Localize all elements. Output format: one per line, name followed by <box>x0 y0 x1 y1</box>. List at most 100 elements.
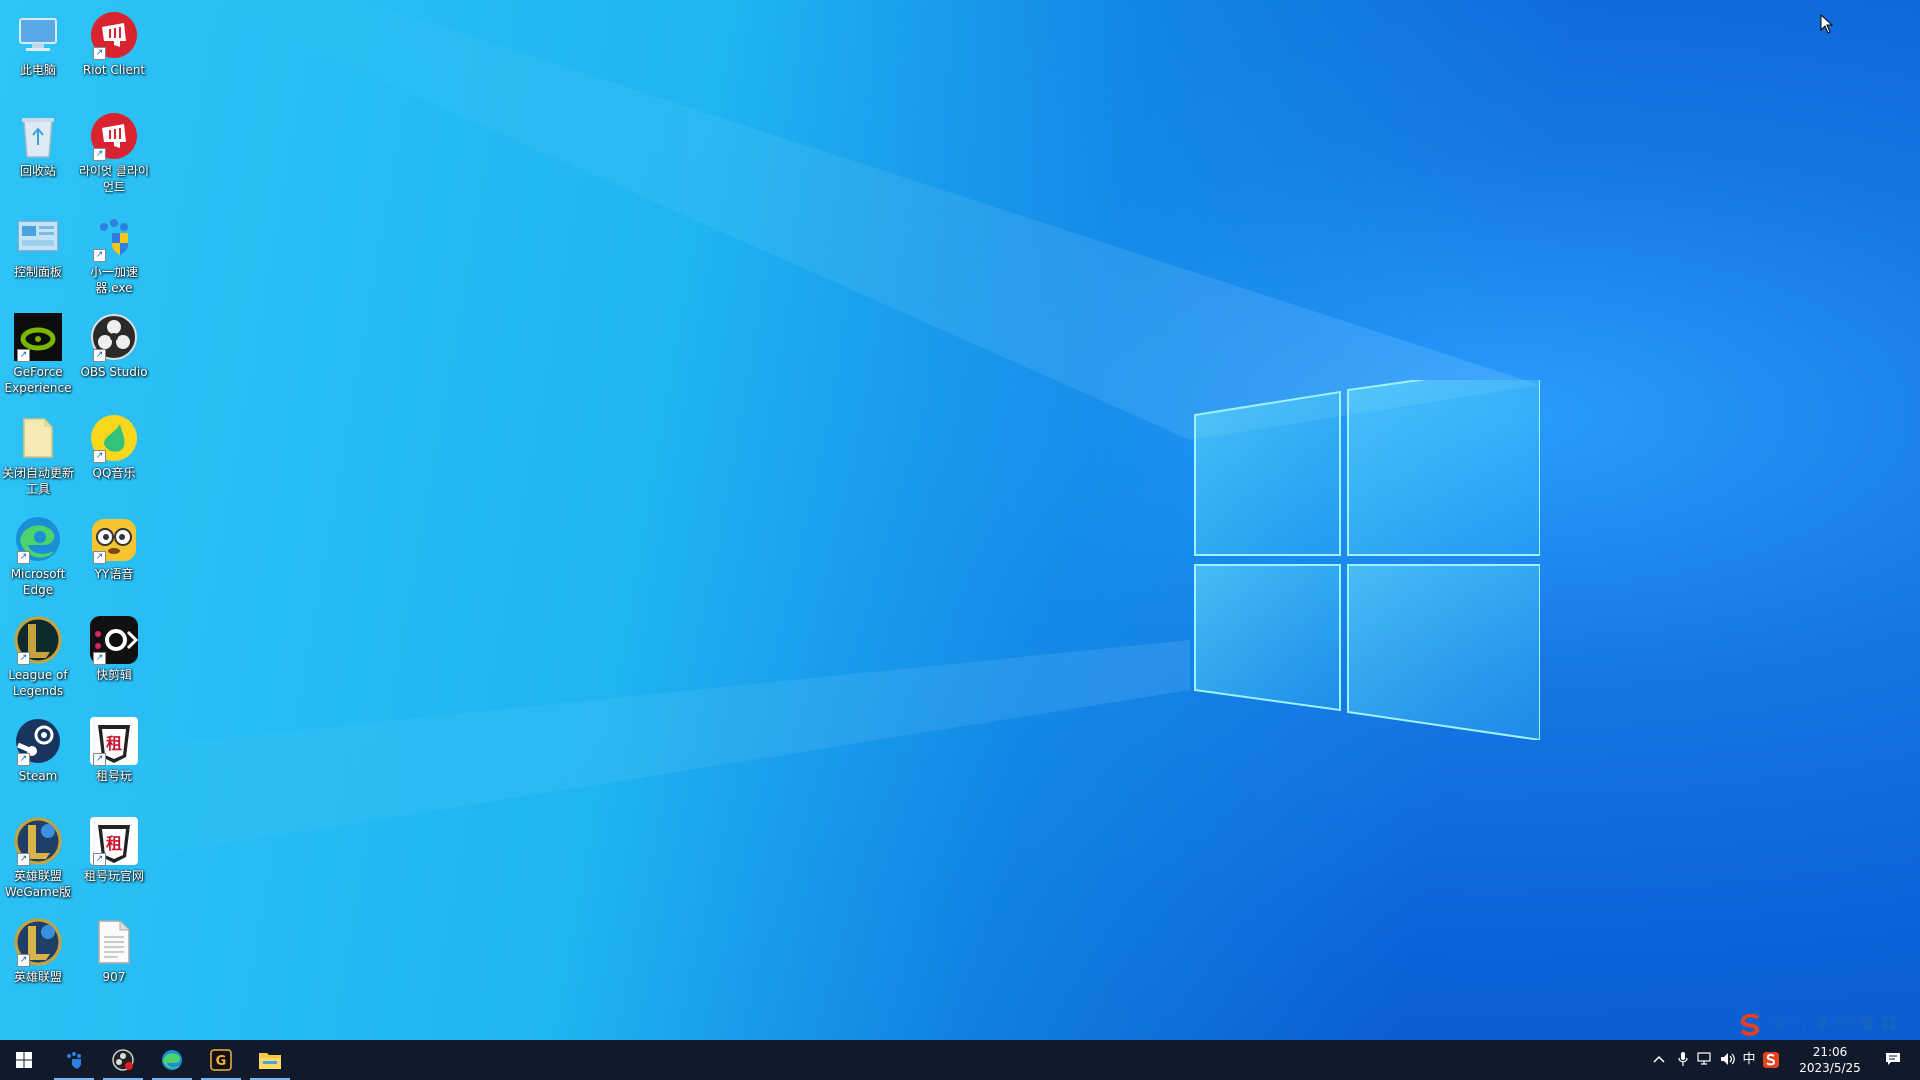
desktop-icon-label: 英雄联盟WeGame版 <box>4 869 72 899</box>
desktop-icon-accelerator[interactable]: ↗ 小一加速器.exe <box>76 206 152 296</box>
nvidia-icon: ↗ <box>13 312 63 362</box>
riot-client-icon: ↗ <box>89 10 139 60</box>
desktop-background[interactable]: 此电脑 回收站 控制面板 ↗ GeForce Experience 关闭自动更新… <box>0 0 1920 1040</box>
desktop-icon-this-pc[interactable]: 此电脑 <box>0 4 76 78</box>
taskbar-app-obs[interactable] <box>99 1040 147 1080</box>
desktop-icon-microsoft-edge[interactable]: ↗ Microsoft Edge <box>0 508 76 598</box>
accelerator-icon: ↗ <box>89 212 139 262</box>
desktop-icon-label: Riot Client <box>82 63 146 77</box>
action-center-notification-icon[interactable] <box>1884 1052 1902 1068</box>
desktop-icon-label: 控制面板 <box>13 265 62 279</box>
shortcut-arrow-icon: ↗ <box>93 249 106 262</box>
taskbar-app-geforce[interactable]: G <box>197 1040 245 1080</box>
microphone-tray-icon[interactable] <box>1674 1052 1692 1068</box>
desktop-icon-label: YY语音 <box>94 567 134 581</box>
ime-keyboard-icon[interactable] <box>1836 1016 1854 1034</box>
svg-text:租: 租 <box>106 834 122 853</box>
start-button[interactable] <box>0 1040 48 1080</box>
taskbar: G 中 21:06 2023/5/25 <box>0 1040 1920 1080</box>
riot-client-icon: ↗ <box>89 111 139 161</box>
taskbar-app-edge[interactable] <box>148 1040 196 1080</box>
desktop-icon-riot-client-kr[interactable]: ↗ 라이엇 클라이언트 <box>76 105 152 195</box>
volume-speaker-icon[interactable] <box>1719 1052 1737 1068</box>
recycle-bin-icon <box>13 111 63 161</box>
shortcut-arrow-icon: ↗ <box>17 753 30 766</box>
desktop-icon-lol[interactable]: ↗ 英雄联盟 <box>0 911 76 985</box>
shortcut-arrow-icon: ↗ <box>17 652 30 665</box>
desktop-icon-zuhaowan[interactable]: 租 ↗ 租号玩 <box>76 710 152 784</box>
desktop-icon-kuaijianji[interactable]: ↗ 快剪辑 <box>76 609 152 683</box>
desktop-icon-riot-client[interactable]: ↗ Riot Client <box>76 4 152 78</box>
shortcut-arrow-icon: ↗ <box>17 349 30 362</box>
desktop-icon-zuhaowan-site[interactable]: 租 ↗ 租号玩官网 <box>76 810 152 884</box>
steam-icon: ↗ <box>13 716 63 766</box>
obs-recording-icon <box>112 1049 134 1071</box>
folder-icon <box>13 413 63 463</box>
show-hidden-icons-chevron-up-icon[interactable] <box>1650 1052 1668 1068</box>
network-icon[interactable] <box>1696 1052 1714 1068</box>
edge-icon <box>162 1050 182 1070</box>
yy-icon: ↗ <box>89 514 139 564</box>
shortcut-arrow-icon: ↗ <box>93 47 106 60</box>
desktop-icon-label: QQ音乐 <box>92 466 136 480</box>
clock-time: 21:06 <box>1812 1045 1848 1059</box>
input-language-indicator[interactable]: 中 <box>1740 1052 1758 1068</box>
ime-skin-shirt-icon[interactable] <box>1858 1016 1876 1034</box>
shortcut-arrow-icon: ↗ <box>17 954 30 967</box>
zuhaowan-icon: 租 ↗ <box>89 716 139 766</box>
sogou-tray-icon[interactable] <box>1762 1052 1780 1068</box>
computer-icon <box>13 10 63 60</box>
qq-music-icon: ↗ <box>89 413 139 463</box>
taskbar-clock[interactable]: 21:06 2023/5/25 <box>1790 1044 1870 1076</box>
desktop-icon-steam[interactable]: ↗ Steam <box>0 710 76 784</box>
desktop-icon-auto-update-tool[interactable]: 关闭自动更新工具 <box>0 407 76 497</box>
ime-microphone-icon[interactable] <box>1814 1016 1832 1034</box>
wallpaper-gradient <box>0 0 1920 1040</box>
accelerator-icon <box>67 1052 81 1069</box>
svg-text:租: 租 <box>106 734 122 753</box>
system-tray: 中 21:06 2023/5/25 <box>1640 1040 1920 1080</box>
clock-date: 2023/5/25 <box>1799 1061 1861 1075</box>
file-explorer-icon <box>259 1053 281 1069</box>
desktop-icon-obs-studio[interactable]: ↗ OBS Studio <box>76 306 152 380</box>
desktop-icon-league-of-legends[interactable]: ↗ League of Legends <box>0 609 76 699</box>
shortcut-arrow-icon: ↗ <box>93 853 106 866</box>
text-file-icon <box>89 917 139 967</box>
shortcut-arrow-icon: ↗ <box>17 551 30 564</box>
desktop-icon-qq-music[interactable]: ↗ QQ音乐 <box>76 407 152 481</box>
desktop-icon-label: 租号玩官网 <box>83 869 144 883</box>
sogou-ime-toolbar[interactable]: 中 °, <box>1738 1012 1918 1038</box>
desktop-icon-label: 回收站 <box>19 164 56 178</box>
sogou-logo-icon[interactable] <box>1738 1013 1764 1036</box>
desktop-icon-907-file[interactable]: 907 <box>76 911 152 985</box>
shortcut-arrow-icon: ↗ <box>93 450 106 463</box>
shortcut-arrow-icon: ↗ <box>17 853 30 866</box>
desktop-icon-label: 라이엇 클라이언트 <box>78 164 150 194</box>
ime-chinese-mode-toggle[interactable]: 中 <box>1770 1016 1788 1034</box>
desktop-icon-geforce-experience[interactable]: ↗ GeForce Experience <box>0 306 76 396</box>
desktop-icon-label: 租号玩 <box>95 769 132 783</box>
shortcut-arrow-icon: ↗ <box>93 652 106 665</box>
ime-toolbox-grid-icon[interactable] <box>1880 1016 1898 1034</box>
windows-start-icon <box>16 1052 32 1068</box>
taskbar-app-file-explorer[interactable] <box>246 1040 294 1080</box>
desktop-icon-label: League of Legends <box>8 668 68 698</box>
shortcut-arrow-icon: ↗ <box>93 349 106 362</box>
league-icon: ↗ <box>13 816 63 866</box>
geforce-app-icon: G <box>210 1049 232 1071</box>
ime-punctuation-toggle[interactable]: °, <box>1792 1016 1810 1034</box>
desktop-icon-label: 英雄联盟 <box>13 970 62 984</box>
desktop-icon-recycle-bin[interactable]: 回收站 <box>0 105 76 179</box>
svg-text:G: G <box>216 1054 227 1069</box>
desktop-icon-control-panel[interactable]: 控制面板 <box>0 206 76 280</box>
kuaijianji-icon: ↗ <box>89 615 139 665</box>
desktop-icon-label: 快剪辑 <box>95 668 132 682</box>
zuhaowan-icon: 租 ↗ <box>89 816 139 866</box>
desktop-icon-yy[interactable]: ↗ YY语音 <box>76 508 152 582</box>
obs-icon: ↗ <box>89 312 139 362</box>
desktop-icon-label: OBS Studio <box>80 365 148 379</box>
mouse-cursor-icon <box>1820 13 1834 38</box>
desktop-icon-lol-wegame[interactable]: ↗ 英雄联盟WeGame版 <box>0 810 76 900</box>
taskbar-app-accelerator[interactable] <box>50 1040 98 1080</box>
shortcut-arrow-icon: ↗ <box>93 551 106 564</box>
